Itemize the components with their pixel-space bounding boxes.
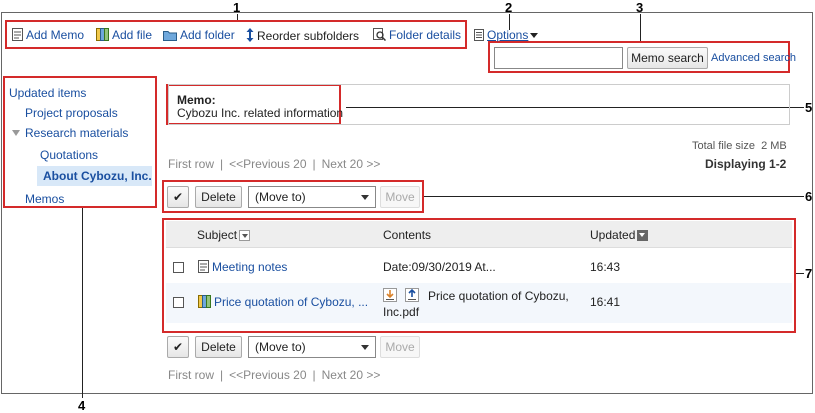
move-to-select[interactable]: (Move to) <box>248 186 376 208</box>
chevron-down-icon <box>530 33 539 38</box>
callout-1: 1 <box>233 0 241 15</box>
row-updated: 16:43 <box>590 260 621 274</box>
sort-descending-icon[interactable] <box>637 230 649 241</box>
add-memo-link[interactable]: Add Memo <box>12 28 84 42</box>
options-label: Options <box>487 28 529 42</box>
row-checkbox[interactable] <box>173 262 184 273</box>
pager-first-row: First row <box>168 157 214 171</box>
row-subject-link[interactable]: Price quotation of Cybozu, ... <box>198 295 368 309</box>
column-header-contents: Contents <box>383 228 432 242</box>
delete-button-bottom[interactable]: Delete <box>195 336 242 358</box>
column-header-subject[interactable]: Subject <box>197 228 251 242</box>
add-file-label: Add file <box>112 28 153 42</box>
pager-first-row: First row <box>168 368 214 382</box>
memo-icon <box>198 260 209 273</box>
callout-5: 5 <box>805 100 813 115</box>
row-checkbox[interactable] <box>173 297 184 308</box>
options-list-icon <box>474 29 484 41</box>
row-updated: 16:41 <box>590 295 621 309</box>
sidebar-item-quotations[interactable]: Quotations <box>40 148 98 162</box>
memo-search-input[interactable] <box>494 47 623 69</box>
row-contents: Price quotation of Cybozu, <box>428 289 569 303</box>
pager-next: Next 20 >> <box>321 368 381 382</box>
callout-4-line <box>82 208 83 398</box>
magnifier-icon <box>373 28 386 41</box>
sidebar-item-about-cybozu[interactable]: About Cybozu, Inc. <box>43 169 152 183</box>
download-icon[interactable] <box>383 288 397 302</box>
add-folder-link[interactable]: Add folder <box>163 28 235 42</box>
add-memo-label: Add Memo <box>26 28 85 42</box>
move-button-bottom[interactable]: Move <box>380 336 420 358</box>
chevron-down-icon <box>361 345 369 350</box>
select-all-button-bottom[interactable]: ✔ <box>167 336 189 358</box>
callout-7: 7 <box>805 266 813 281</box>
memo-heading: Memo: <box>177 93 216 107</box>
folder-icon <box>163 31 177 41</box>
upload-icon[interactable] <box>405 288 419 302</box>
table-header <box>166 221 792 248</box>
callout-3-line <box>640 14 641 41</box>
move-to-select-bottom[interactable]: (Move to) <box>248 336 376 358</box>
pager-next: Next 20 >> <box>321 157 381 171</box>
options-menu[interactable]: Options <box>474 28 539 42</box>
pager-previous: <<Previous 20 <box>229 157 307 171</box>
row-subject-link[interactable]: Meeting notes <box>198 260 287 274</box>
expand-triangle-icon[interactable] <box>12 130 20 136</box>
total-file-size: Total file size 2 MB <box>692 140 787 152</box>
memo-icon <box>12 28 23 41</box>
sidebar-item-updated-items[interactable]: Updated items <box>9 86 86 100</box>
callout-6: 6 <box>805 189 813 204</box>
reorder-subfolders-link[interactable]: Reorder subfolders <box>246 28 359 43</box>
delete-button[interactable]: Delete <box>195 186 242 208</box>
pager-previous: <<Previous 20 <box>229 368 307 382</box>
memo-text: Cybozu Inc. related information <box>177 106 344 120</box>
advanced-search-link[interactable]: Advanced search <box>711 52 796 64</box>
reorder-arrows-icon <box>246 28 254 42</box>
folder-details-link[interactable]: Folder details <box>373 28 461 42</box>
select-all-button[interactable]: ✔ <box>167 186 189 208</box>
chevron-down-icon <box>361 195 369 200</box>
sidebar-item-research-materials[interactable]: Research materials <box>25 126 128 140</box>
row-contents: Date:09/30/2019 At... <box>383 260 496 274</box>
callout-2: 2 <box>505 0 513 15</box>
callout-7-line <box>796 273 804 274</box>
add-folder-label: Add folder <box>180 28 235 42</box>
sort-dropdown-icon[interactable] <box>239 230 251 241</box>
move-button[interactable]: Move <box>380 186 420 208</box>
pager-top: First row | <<Previous 20 | Next 20 >> <box>168 157 381 171</box>
move-to-value: (Move to) <box>255 190 306 204</box>
callout-6-line <box>424 196 804 197</box>
sidebar-item-project-proposals[interactable]: Project proposals <box>25 106 118 120</box>
add-file-link[interactable]: Add file <box>96 28 152 42</box>
memo-search-button[interactable]: Memo search <box>627 47 708 69</box>
displaying-count: Displaying 1-2 <box>705 157 787 171</box>
file-icon <box>96 28 109 41</box>
column-header-updated[interactable]: Updated <box>590 228 649 242</box>
sidebar-item-memos[interactable]: Memos <box>25 192 64 206</box>
row-contents-filename: Inc.pdf <box>383 305 420 319</box>
callout-3: 3 <box>636 0 644 15</box>
folder-details-label: Folder details <box>389 28 462 42</box>
file-icon <box>198 295 211 308</box>
reorder-label: Reorder subfolders <box>257 29 360 43</box>
pager-bottom: First row | <<Previous 20 | Next 20 >> <box>168 368 381 382</box>
move-to-value: (Move to) <box>255 340 306 354</box>
